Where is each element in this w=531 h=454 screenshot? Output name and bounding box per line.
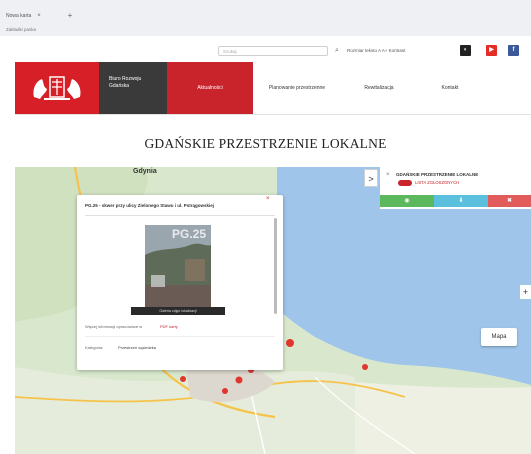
panel-list-link[interactable]: LISTA ZGŁOSZONYCH [415,180,459,185]
popup-close-icon[interactable]: × [266,196,270,202]
panel-button-clear[interactable]: ✖ [488,195,531,207]
popup-scrollbar[interactable] [274,218,277,314]
photo-code-label: PG.25 [172,227,207,241]
search-input[interactable]: Szukaj [218,46,328,56]
popup-title: PG.25 - skwer przy ulicy Zielonego Stawu… [85,203,215,208]
brand-line-2: Gdańska [109,83,130,89]
panel-button-download[interactable]: ⬇ [434,195,488,207]
header-divider [15,114,531,115]
zoom-in-button[interactable]: + [520,285,531,299]
nav-item-planowanie[interactable]: Planowanie przestrzenne [253,62,341,114]
brand-name[interactable]: Biuro Rozwoju Gdańska [99,62,167,114]
new-tab-button[interactable]: + [64,11,76,21]
contrast-icon[interactable]: ◐ [460,45,471,56]
panel-count-badge [398,180,412,186]
popup-divider-2 [85,336,275,337]
nav-item-rewitalizacja[interactable]: Rewitalizacja [341,62,417,114]
popup-info-label: Więcej informacji opracowane w [85,324,143,329]
panel-title: GDAŃSKIE PRZESTRZENIE LOKALNE [396,172,479,177]
panel-toggle-button[interactable]: > [364,169,378,187]
panel-button-location[interactable]: ◉ [380,195,434,207]
browser-tab-title: Nowa karta [6,13,32,19]
nav-item-kontakt[interactable]: Kontakt [417,62,483,114]
browser-chrome [0,0,531,36]
page-title: GDAŃSKIE PRZESTRZENIE LOKALNE [144,136,387,151]
browser-tab[interactable]: Nowa karta × [6,9,64,23]
facebook-icon[interactable]: f [508,45,519,56]
gdansk-logo[interactable] [15,62,99,114]
accessibility-options[interactable]: Rozmiar tekstu A A+ Kontrast [347,48,405,53]
search-icon[interactable]: ⌕ [332,46,342,56]
popup-category-label: Kategoria: [85,345,104,350]
popup-divider [85,215,275,216]
popup-category-value: Przestrzeń sąsiedzka [118,345,157,350]
nav-item-aktualnosci[interactable]: Aktualności [167,62,253,114]
photo-caption[interactable]: Galeria zdjęć lokalizacji [131,307,225,315]
tab-close-icon[interactable]: × [37,13,41,19]
map-type-button[interactable]: Mapa [481,328,517,346]
bookmarks-bar-label: Zakładki paska [6,27,37,32]
popup-pdf-link[interactable]: PDF karty [160,324,178,329]
map-city-label: Gdynia [133,168,157,175]
panel-close-icon[interactable]: × [386,172,390,178]
brand-line-1: Biuro Rozwoju [109,76,142,82]
youtube-icon[interactable]: ▶ [486,45,497,56]
coat-of-arms-icon [33,76,81,100]
